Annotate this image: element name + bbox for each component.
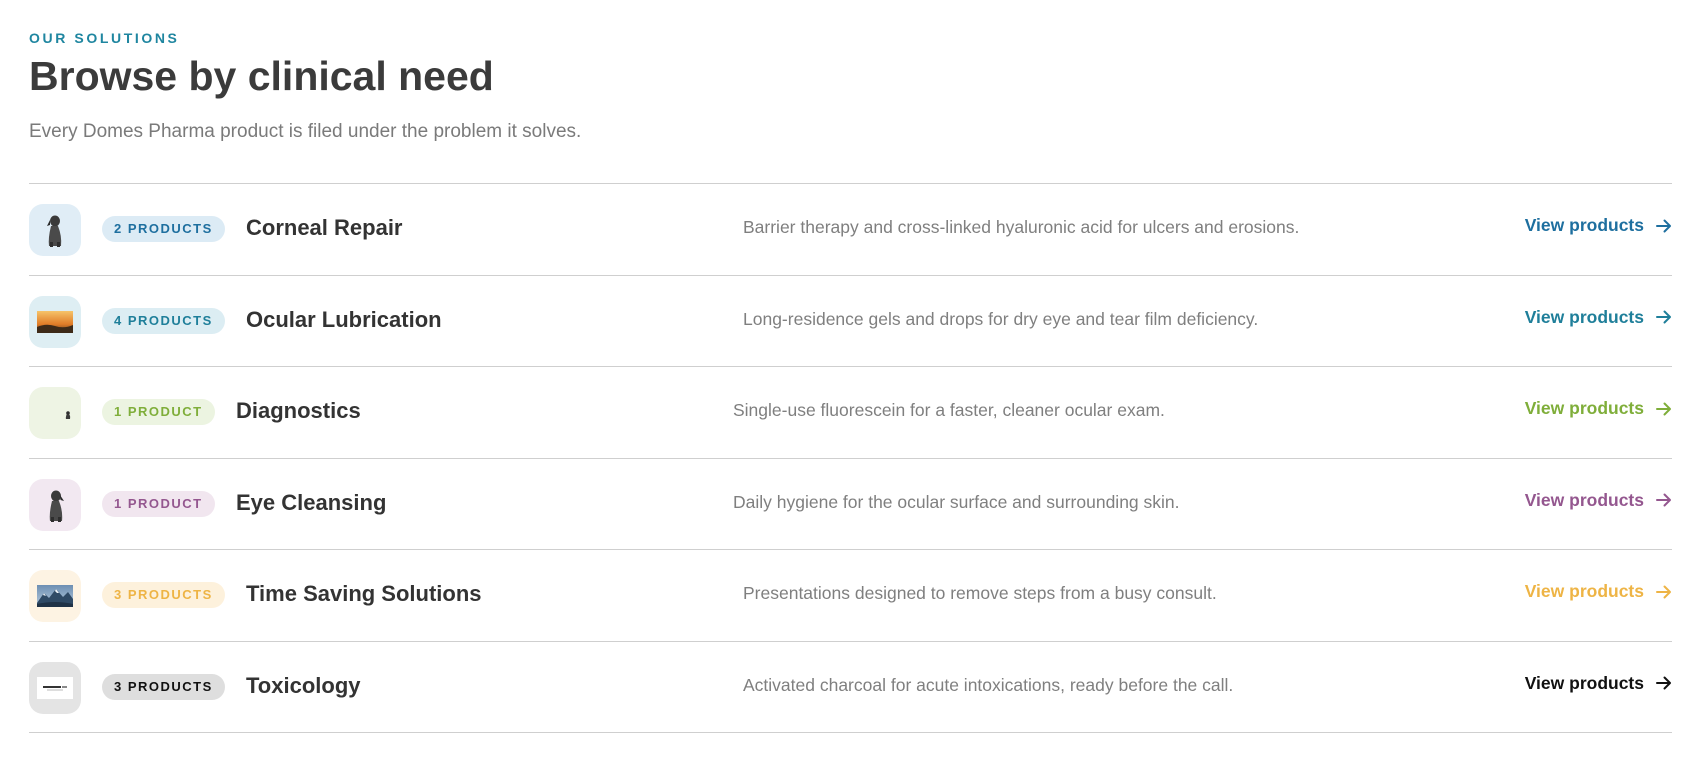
product-count-badge: 1 PRODUCT (102, 490, 215, 517)
arrow-right-icon (1656, 676, 1672, 690)
solution-description: Daily hygiene for the ocular surface and… (733, 491, 1180, 512)
page-subtitle: Every Domes Pharma product is filed unde… (29, 121, 582, 142)
arrow-right-icon (1656, 402, 1672, 416)
solution-row-time-saving-solutions[interactable]: 3 PRODUCTS Time Saving Solutions Present… (29, 550, 1672, 642)
arrow-right-icon (1656, 493, 1672, 507)
view-products-link[interactable]: View products (1525, 581, 1672, 602)
view-products-link[interactable]: View products (1525, 307, 1672, 328)
solution-name: Time Saving Solutions (246, 581, 482, 606)
product-count-badge: 3 PRODUCTS (102, 673, 225, 700)
mountain-landscape-image (29, 570, 81, 622)
solution-row-corneal-repair[interactable]: 2 PRODUCTS Corneal Repair Barrier therap… (29, 184, 1672, 276)
sitting-dog-image (29, 204, 81, 256)
arrow-right-icon (1656, 219, 1672, 233)
view-products-label: View products (1524, 581, 1644, 601)
product-count-badge: 3 PRODUCTS (102, 582, 225, 608)
solution-description: Long-residence gels and drops for dry ey… (743, 308, 1259, 329)
arrow-right-icon (1656, 585, 1672, 599)
view-products-link[interactable]: View products (1525, 490, 1672, 511)
view-products-label: View products (1524, 489, 1644, 510)
product-count-badge: 1 PRODUCT (102, 399, 215, 425)
solution-name: Eye Cleansing (236, 489, 387, 515)
solution-name: Corneal Repair (246, 215, 403, 240)
solution-description: Barrier therapy and cross-linked hyaluro… (743, 217, 1300, 237)
solutions-list: 2 PRODUCTS Corneal Repair Barrier therap… (29, 183, 1672, 733)
arrow-right-icon (1656, 310, 1672, 324)
solution-row-diagnostics[interactable]: 1 PRODUCT Diagnostics Single-use fluores… (29, 367, 1672, 459)
page-title: Browse by clinical need (29, 53, 494, 99)
section-eyebrow: OUR SOLUTIONS (29, 30, 180, 46)
view-products-link[interactable]: View products (1525, 215, 1672, 236)
view-products-label: View products (1524, 398, 1644, 418)
solution-name: Ocular Lubrication (246, 306, 442, 332)
product-label-image (29, 661, 81, 714)
solution-name: Diagnostics (236, 398, 361, 423)
view-products-link[interactable]: View products (1525, 673, 1672, 694)
solution-name: Toxicology (246, 672, 361, 698)
view-products-label: View products (1524, 215, 1644, 235)
small-dog-image (29, 387, 81, 439)
solution-row-ocular-lubrication[interactable]: 4 PRODUCTS Ocular Lubrication Long-resid… (29, 276, 1672, 367)
product-count-badge: 2 PRODUCTS (102, 216, 225, 242)
solution-description: Single-use fluorescein for a faster, cle… (733, 400, 1165, 420)
solution-row-toxicology[interactable]: 3 PRODUCTS Toxicology Activated charcoal… (29, 642, 1672, 733)
solution-description: Presentations designed to remove steps f… (743, 583, 1217, 603)
view-products-label: View products (1524, 306, 1644, 327)
sitting-dog-image (29, 478, 81, 531)
view-products-label: View products (1524, 672, 1644, 693)
solution-description: Activated charcoal for acute intoxicatio… (743, 674, 1234, 695)
product-count-badge: 4 PRODUCTS (102, 307, 225, 334)
sunset-landscape-image (29, 295, 81, 348)
solution-row-eye-cleansing[interactable]: 1 PRODUCT Eye Cleansing Daily hygiene fo… (29, 459, 1672, 550)
view-products-link[interactable]: View products (1525, 398, 1672, 419)
